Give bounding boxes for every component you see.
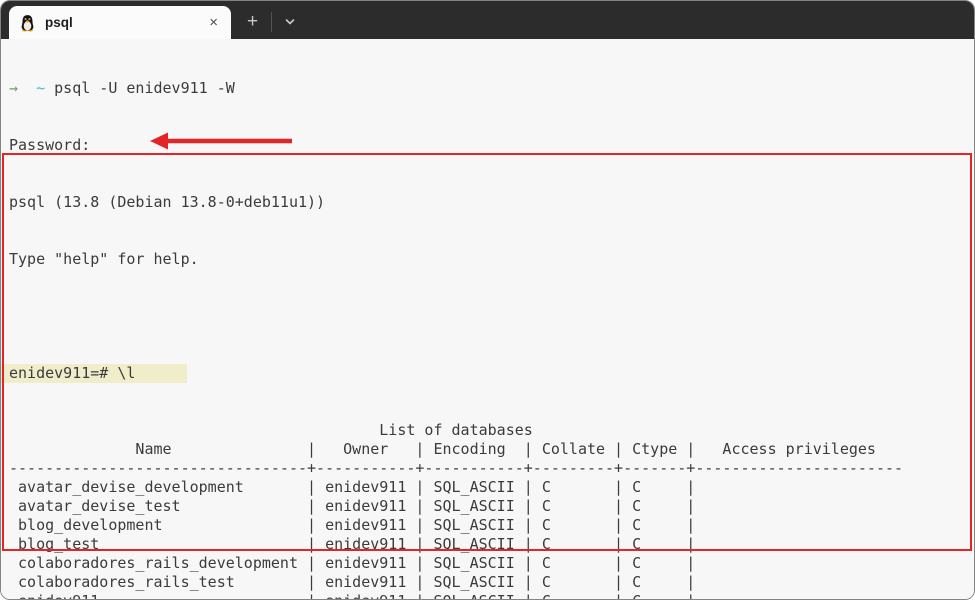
list-command-line: enidev911=# \l — [1, 364, 974, 383]
terminal-output-line: Type "help" for help. — [9, 250, 199, 268]
prompt-line: → ~ psql -U enidev911 -W — [9, 79, 974, 98]
command-psql: psql -U enidev911 -W — [54, 79, 235, 97]
prompt-dir: ~ — [36, 79, 46, 97]
tab-title: psql — [45, 15, 73, 30]
prompt-arrow-icon: → — [9, 79, 19, 97]
terminal-window: psql × + → ~ psql -U enidev911 -W Passwo… — [0, 0, 975, 600]
chevron-down-icon — [285, 19, 295, 25]
terminal-content[interactable]: → ~ psql -U enidev911 -W Password: psql … — [1, 39, 974, 599]
highlight-annotation: enidev911=# \l — [1, 364, 188, 383]
tab-bar: psql × + — [1, 1, 974, 39]
terminal-output-line: Password: — [9, 136, 91, 154]
tab-psql[interactable]: psql × — [9, 6, 231, 39]
database-list-output: List of databases Name | Owner | Encodin… — [9, 421, 904, 599]
psql-prompt: enidev911=# — [9, 364, 109, 382]
tab-close-icon[interactable]: × — [206, 15, 221, 30]
terminal-output-line: psql (13.8 (Debian 13.8-0+deb11u1)) — [9, 193, 326, 211]
tab-bar-divider — [271, 12, 273, 32]
list-command: \l — [117, 364, 136, 382]
new-tab-button[interactable]: + — [247, 12, 258, 31]
linux-tux-icon — [20, 14, 35, 32]
tab-dropdown-button[interactable] — [284, 16, 296, 28]
